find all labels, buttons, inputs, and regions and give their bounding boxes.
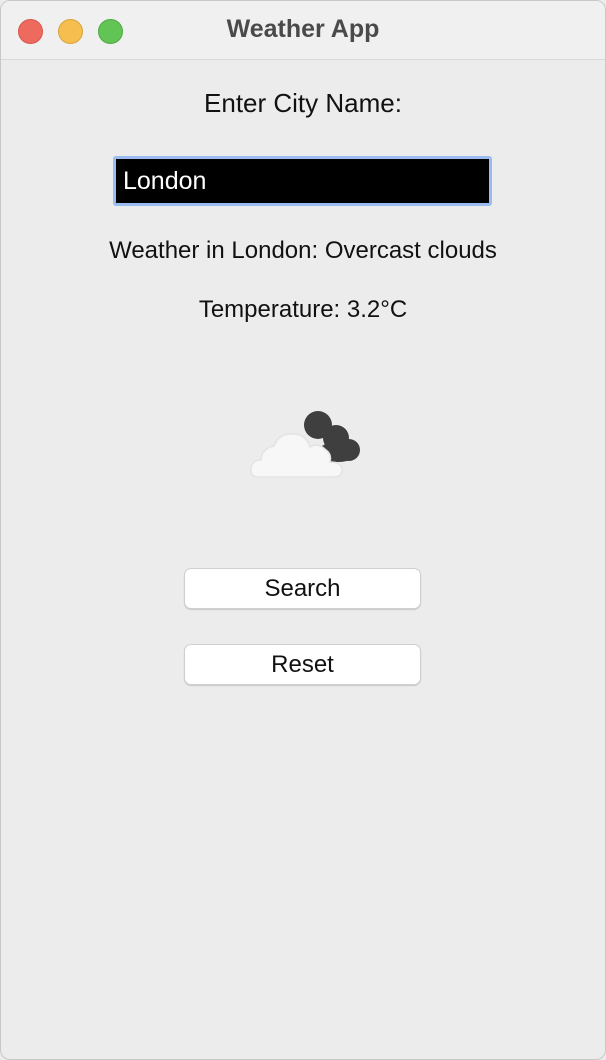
temperature-readout: Temperature: 3.2°C — [198, 296, 408, 323]
weather-app-window: Weather App Enter City Name: Weather in … — [0, 0, 606, 1060]
overcast-clouds-icon — [250, 411, 360, 478]
city-name-label: Enter City Name: — [204, 88, 402, 118]
window-title: Weather App — [226, 15, 380, 43]
reset-button[interactable]: Reset — [184, 644, 421, 685]
city-name-input[interactable] — [113, 156, 492, 206]
search-button[interactable]: Search — [184, 568, 421, 609]
title-bar[interactable]: Weather App — [1, 1, 605, 60]
main-content: Enter City Name: Weather in London: Over… — [1, 60, 605, 1059]
weather-description: Weather in London: Overcast clouds — [109, 237, 497, 264]
